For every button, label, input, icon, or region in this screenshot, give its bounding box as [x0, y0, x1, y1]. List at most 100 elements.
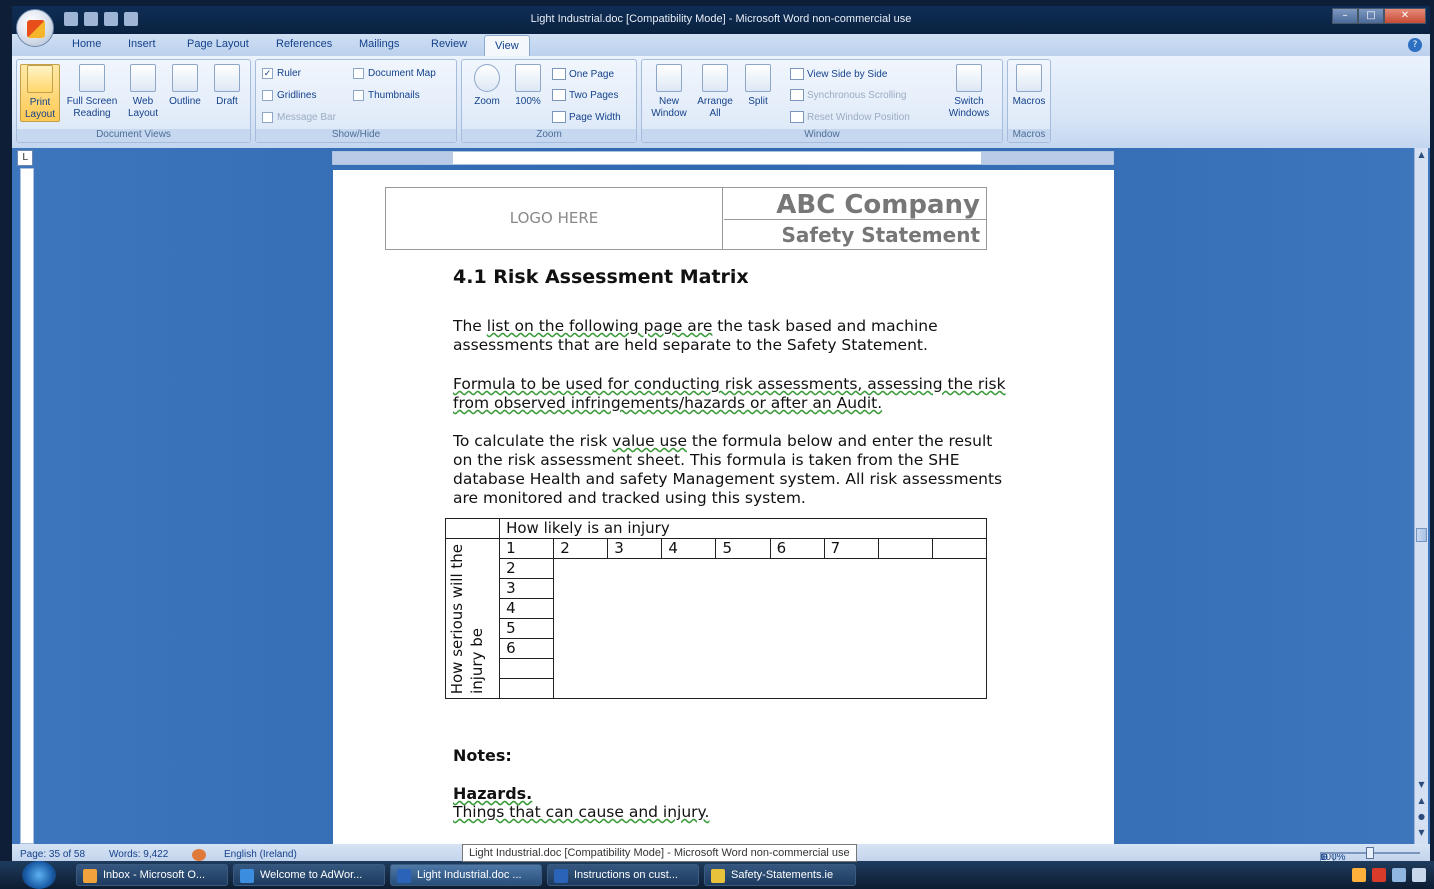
zoom-controls: 100% ⊖ ⊕ [1320, 847, 1420, 864]
help-icon[interactable]: ? [1408, 38, 1422, 52]
tab-page-layout[interactable]: Page Layout [187, 38, 249, 50]
zoom-button[interactable]: Zoom [468, 64, 506, 108]
side-by-side-icon [790, 68, 804, 80]
matrix-top-header: How likely is an injury [499, 518, 987, 539]
arrange-all-button[interactable]: Arrange All [694, 64, 736, 120]
tab-mailings[interactable]: Mailings [359, 38, 399, 50]
tray-app-icon[interactable] [1352, 868, 1366, 882]
window-controls: – □ ✕ [1332, 8, 1426, 24]
taskbar-item-browser[interactable]: Welcome to AdWor... [233, 864, 385, 886]
switch-windows-button[interactable]: Switch Windows [940, 64, 998, 120]
checkbox-icon [262, 112, 273, 123]
undo-icon[interactable] [84, 12, 98, 26]
tab-review[interactable]: Review [431, 38, 467, 50]
vertical-ruler[interactable] [20, 168, 34, 844]
matrix-body [553, 558, 987, 699]
serious-cell: 2 [499, 558, 555, 579]
ribbon: Print Layout Full Screen Reading Web Lay… [12, 56, 1430, 148]
serious-cell [499, 678, 555, 699]
vertical-scrollbar[interactable]: ▲ ▼ ▲ ● ▼ [1414, 148, 1428, 846]
macros-icon [1016, 64, 1042, 92]
taskbar-item-word[interactable]: Light Industrial.doc ... [390, 864, 542, 886]
scroll-down-icon[interactable]: ▼ [1415, 780, 1428, 792]
magnifier-icon [474, 64, 500, 92]
serious-cell: 6 [499, 638, 555, 659]
zoom-slider[interactable] [1320, 847, 1420, 859]
language[interactable]: English (Ireland) [224, 849, 297, 860]
paragraph-1: The list on the following page are the t… [453, 317, 938, 354]
taskbar-item-outlook[interactable]: Inbox - Microsoft O... [76, 864, 228, 886]
minimize-button[interactable]: – [1332, 8, 1358, 24]
matrix-side-header: How serious will the injury be [444, 538, 501, 699]
header-table: LOGO HERE ABC Company Safety Statement [385, 187, 987, 250]
horizontal-ruler[interactable] [332, 151, 1114, 165]
tray-network-icon[interactable] [1392, 868, 1406, 882]
tab-selector-button[interactable]: L [17, 150, 33, 166]
group-label: Document Views [17, 129, 250, 142]
reset-position-icon [790, 111, 804, 123]
previous-page-icon[interactable]: ▲ [1415, 796, 1428, 808]
full-screen-reading-icon [79, 64, 105, 92]
ruler-checkbox[interactable]: ✓ Ruler [262, 68, 301, 79]
document-page[interactable]: LOGO HERE ABC Company Safety Statement 4… [333, 170, 1114, 846]
likely-cell: 7 [823, 538, 879, 559]
logo-placeholder: LOGO HERE [386, 188, 723, 249]
tab-insert[interactable]: Insert [128, 38, 156, 50]
zoom-100-button[interactable]: 100% [510, 64, 546, 108]
save-icon[interactable] [64, 12, 78, 26]
new-window-button[interactable]: New Window [646, 64, 692, 120]
one-page-button[interactable]: One Page [552, 68, 614, 80]
close-button[interactable]: ✕ [1384, 8, 1426, 24]
word-count[interactable]: Words: 9,422 [109, 849, 168, 860]
macros-button[interactable]: Macros [1011, 64, 1047, 108]
page-width-button[interactable]: Page Width [552, 111, 621, 123]
checkbox-icon [262, 90, 273, 101]
taskbar-item-instructions[interactable]: Instructions on cust... [547, 864, 699, 886]
window-title: Light Industrial.doc [Compatibility Mode… [530, 13, 912, 25]
taskbar-item-safety-statements[interactable]: Safety-Statements.ie [704, 864, 856, 886]
thumbnails-checkbox[interactable]: Thumbnails [353, 90, 420, 101]
print-layout-button[interactable]: Print Layout [20, 64, 60, 122]
section-heading: 4.1 Risk Assessment Matrix [453, 266, 749, 288]
office-button[interactable] [16, 9, 54, 47]
checkbox-icon [353, 68, 364, 79]
draft-button[interactable]: Draft [209, 64, 245, 108]
document-map-checkbox[interactable]: Document Map [353, 68, 436, 79]
statement-title: Safety Statement [781, 223, 980, 247]
browser-icon [240, 869, 254, 883]
web-layout-button[interactable]: Web Layout [125, 64, 161, 120]
document-workspace: L LOGO HERE ABC Company Safety Statement… [12, 148, 1430, 846]
split-button[interactable]: Split [740, 64, 776, 108]
tray-security-icon[interactable] [1372, 868, 1386, 882]
scroll-thumb[interactable] [1416, 528, 1427, 542]
tab-view[interactable]: View [484, 35, 530, 56]
select-browse-object-icon[interactable]: ● [1415, 812, 1428, 824]
tray-volume-icon[interactable] [1412, 868, 1426, 882]
proofing-icon[interactable] [192, 849, 206, 861]
split-icon [745, 64, 771, 92]
scroll-up-icon[interactable]: ▲ [1415, 150, 1428, 162]
outlook-icon [83, 869, 97, 883]
maximize-button[interactable]: □ [1358, 8, 1384, 24]
view-side-by-side-button[interactable]: View Side by Side [790, 68, 887, 80]
zoom-slider-handle[interactable] [1366, 847, 1374, 859]
word-window: Light Industrial.doc [Compatibility Mode… [12, 6, 1430, 889]
next-page-icon[interactable]: ▼ [1415, 828, 1428, 840]
word-icon [554, 869, 568, 883]
two-pages-button[interactable]: Two Pages [552, 89, 618, 101]
tab-references[interactable]: References [276, 38, 332, 50]
outline-button[interactable]: Outline [165, 64, 205, 108]
start-button[interactable] [22, 861, 56, 889]
group-label: Show/Hide [256, 129, 456, 142]
quick-access-toolbar [64, 12, 138, 26]
tab-home[interactable]: Home [72, 38, 101, 50]
full-screen-reading-button[interactable]: Full Screen Reading [63, 64, 121, 120]
redo-icon[interactable] [104, 12, 118, 26]
folder-icon [711, 869, 725, 883]
likely-cell: 6 [769, 538, 825, 559]
message-bar-checkbox: Message Bar [262, 112, 336, 123]
page-count[interactable]: Page: 35 of 58 [20, 849, 85, 860]
customize-qat-icon[interactable] [124, 12, 138, 26]
paragraph-2: Formula to be used for conducting risk a… [453, 375, 1006, 412]
gridlines-checkbox[interactable]: Gridlines [262, 90, 316, 101]
